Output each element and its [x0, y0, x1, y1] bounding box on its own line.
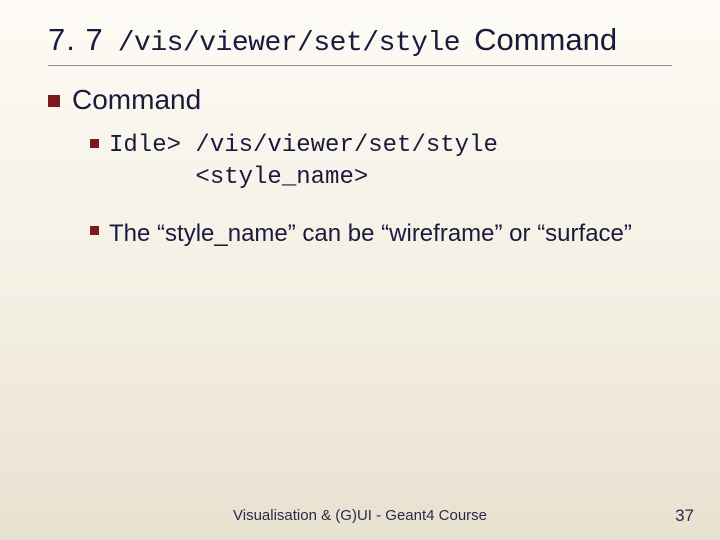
square-bullet-icon: [90, 139, 99, 148]
title-command: /vis/viewer/set/style: [118, 28, 460, 59]
title-suffix: Command: [474, 22, 617, 58]
square-bullet-icon: [90, 226, 99, 235]
code-command: /vis/viewer/set/style: [195, 132, 497, 159]
desc-wireframe: “wireframe”: [381, 220, 502, 247]
command-heading: Command: [72, 84, 201, 116]
bullet-level-1: Command: [48, 84, 672, 116]
desc-pre: The: [109, 220, 157, 247]
desc-stylename: “style_name”: [157, 220, 296, 247]
bullet-level-3: The “style_name” can be “wireframe” or “…: [90, 217, 672, 252]
desc-mid: can be: [296, 220, 381, 247]
desc-or: or: [503, 220, 538, 247]
description-text: The “style_name” can be “wireframe” or “…: [109, 217, 632, 252]
code-argument: <style_name>: [195, 164, 368, 191]
slide: 7. 7 /vis/viewer/set/style Command Comma…: [0, 0, 720, 540]
page-number: 37: [675, 506, 694, 526]
code-prompt: Idle>: [109, 132, 195, 159]
title-rule: [48, 65, 672, 66]
footer-text: Visualisation & (G)UI - Geant4 Course: [233, 507, 487, 524]
bullet-level-2: Idle> /vis/viewer/set/style <style_name>: [90, 130, 672, 195]
section-number: 7. 7: [48, 22, 104, 58]
footer: Visualisation & (G)UI - Geant4 Course: [0, 507, 720, 524]
code-example: Idle> /vis/viewer/set/style <style_name>: [109, 130, 498, 195]
slide-title: 7. 7 /vis/viewer/set/style Command: [48, 22, 672, 59]
desc-surface: “surface”: [537, 220, 632, 247]
square-bullet-icon: [48, 95, 60, 107]
